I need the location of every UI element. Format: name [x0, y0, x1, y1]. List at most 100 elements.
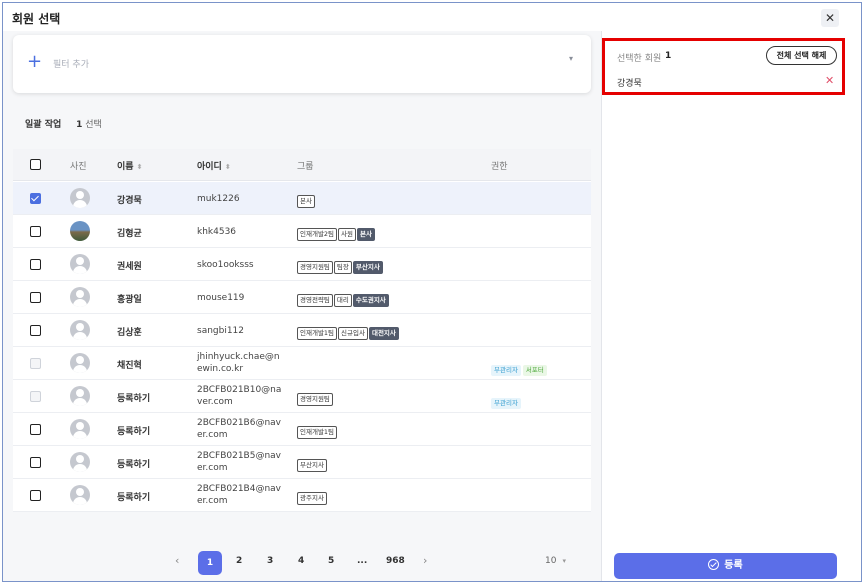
- table-row[interactable]: 등록하기 2BCFB021B6@naver.com 인재개발1팀: [13, 413, 591, 446]
- member-id: mouse119: [197, 293, 245, 303]
- group-tags: 경영전략팀 대리 수도권지사: [297, 290, 390, 309]
- group-tag: 인재개발2팀: [297, 228, 338, 241]
- group-tags: 경영지원팀: [297, 389, 334, 408]
- dialog-title: 회원 선택: [12, 12, 61, 26]
- page-button-active[interactable]: 1: [198, 551, 222, 575]
- group-tags: 광주지사: [297, 488, 328, 507]
- next-page-icon[interactable]: ›: [423, 554, 427, 567]
- sort-icon: ⬍: [136, 163, 143, 171]
- member-table: 사진 이름 ⬍ 아이디 ⬍ 그룹 권한 강경묵 muk1226 본사 김형균 khk4536…: [13, 149, 591, 512]
- header-photo: 사진: [70, 162, 87, 172]
- avatar: [70, 386, 90, 406]
- member-name: 등록하기: [117, 394, 151, 404]
- chevron-down-icon[interactable]: ▾: [569, 54, 573, 63]
- page-button[interactable]: 5: [328, 556, 334, 566]
- avatar: [70, 452, 90, 472]
- row-checkbox[interactable]: [30, 457, 41, 468]
- page-button[interactable]: 3: [267, 556, 273, 566]
- header-group: 그룹: [297, 162, 314, 172]
- header-id[interactable]: 아이디 ⬍: [197, 159, 231, 172]
- member-id: jhinhyuck.chae@newin.co.kr: [197, 352, 280, 374]
- pagination: ‹ 1 2 3 4 5... 968 › 10 ▾: [3, 549, 601, 577]
- role-badges: 부관리자 서포터: [491, 357, 549, 376]
- page-button: ...: [357, 556, 368, 566]
- role-badge: 부관리자: [491, 365, 521, 376]
- group-tags: 본사: [297, 191, 316, 210]
- add-filter-icon[interactable]: +: [27, 52, 42, 72]
- check-circle-icon: [708, 559, 720, 570]
- group-tags: 부산지사: [297, 455, 328, 474]
- row-checkbox[interactable]: [30, 292, 41, 303]
- selected-suffix: 선택: [85, 120, 102, 130]
- member-name: 등록하기: [117, 427, 151, 437]
- avatar: [70, 188, 90, 208]
- row-checkbox: [30, 391, 41, 402]
- member-name: 등록하기: [117, 460, 151, 470]
- member-name: 홍광일: [117, 295, 142, 305]
- prev-page-icon[interactable]: ‹: [175, 554, 179, 567]
- selected-member-item: 강경묵: [617, 79, 642, 89]
- role-badges: 부관리자: [491, 390, 523, 409]
- remove-icon[interactable]: ✕: [825, 74, 834, 87]
- register-button[interactable]: 등록: [614, 553, 837, 579]
- table-row[interactable]: 등록하기 2BCFB021B5@naver.com 부산지사: [13, 446, 591, 479]
- avatar: [70, 254, 90, 274]
- table-row[interactable]: 등록하기 2BCFB021B4@naver.com 광주지사: [13, 479, 591, 512]
- group-tag: 인재개발1팀: [297, 426, 338, 439]
- table-row[interactable]: 김형균 khk4536 인재개발2팀 사원 본사: [13, 215, 591, 248]
- group-tag: 본사: [297, 195, 315, 208]
- group-tag: 부산지사: [297, 459, 327, 472]
- selected-members-box: 선택한 회원 1 전체 선택 해제 강경묵 ✕: [602, 38, 845, 95]
- header-name[interactable]: 이름 ⬍: [117, 159, 142, 172]
- bulk-actions: 일괄 작업 1 선택: [25, 117, 102, 130]
- bulk-actions-label[interactable]: 일괄 작업: [25, 120, 61, 130]
- row-checkbox[interactable]: [30, 259, 41, 270]
- selected-members-panel: 선택한 회원 1 전체 선택 해제 강경묵 ✕ 등록: [601, 31, 861, 581]
- filter-bar[interactable]: + 필터 추가 ▾: [13, 35, 591, 93]
- clear-selection-button[interactable]: 전체 선택 해제: [766, 46, 837, 65]
- group-tag: 대전지사: [368, 327, 399, 340]
- member-id: 2BCFB021B5@naver.com: [197, 451, 282, 473]
- row-checkbox[interactable]: [30, 325, 41, 336]
- member-name: 채진혁: [117, 361, 142, 371]
- group-tag: 부산지사: [352, 261, 383, 274]
- page-button[interactable]: 968: [386, 556, 405, 566]
- group-tag: 신규입사: [338, 327, 368, 340]
- member-id: skoo1ooksss: [197, 260, 254, 270]
- page-size-select[interactable]: 10 ▾: [545, 556, 566, 566]
- row-checkbox[interactable]: [30, 490, 41, 501]
- page-button[interactable]: 2: [236, 556, 242, 566]
- role-badge: 부관리자: [491, 398, 521, 409]
- member-name: 김상훈: [117, 328, 142, 338]
- table-row[interactable]: 홍광일 mouse119 경영전략팀 대리 수도권지사: [13, 281, 591, 314]
- table-row[interactable]: 김상훈 sangbi112 인재개발1팀 신규입사 대전지사: [13, 314, 591, 347]
- selected-members-count: 1: [665, 51, 672, 61]
- member-id: muk1226: [197, 194, 240, 204]
- avatar: [70, 353, 90, 373]
- group-tag: 광주지사: [297, 492, 327, 505]
- avatar: [70, 287, 90, 307]
- avatar: [70, 320, 90, 340]
- row-checkbox[interactable]: [30, 226, 41, 237]
- row-checkbox[interactable]: [30, 193, 41, 204]
- table-row[interactable]: 등록하기 2BCFB021B10@naver.com 경영지원팀 부관리자: [13, 380, 591, 413]
- row-checkbox: [30, 358, 41, 369]
- filter-placeholder[interactable]: 필터 추가: [53, 57, 89, 70]
- role-badge: 서포터: [522, 365, 547, 376]
- group-tag: 본사: [357, 228, 375, 241]
- dialog-titlebar: 회원 선택 ✕: [3, 3, 861, 31]
- close-icon[interactable]: ✕: [821, 9, 839, 27]
- table-row[interactable]: 권세원 skoo1ooksss 경영지원팀 팀장 부산지사: [13, 248, 591, 281]
- member-name: 권세원: [117, 262, 142, 272]
- table-row[interactable]: 강경묵 muk1226 본사: [13, 182, 591, 215]
- member-id: 2BCFB021B4@naver.com: [197, 484, 282, 506]
- selected-members-label: 선택한 회원: [617, 54, 662, 64]
- avatar: [70, 221, 90, 241]
- select-all-checkbox[interactable]: [30, 159, 41, 170]
- group-tag: 인재개발1팀: [297, 327, 338, 340]
- page-button[interactable]: 4: [298, 556, 304, 566]
- table-row[interactable]: 채진혁 jhinhyuck.chae@newin.co.kr 부관리자 서포터: [13, 347, 591, 380]
- row-checkbox[interactable]: [30, 424, 41, 435]
- member-id: 2BCFB021B6@naver.com: [197, 418, 282, 440]
- member-name: 김형균: [117, 229, 142, 239]
